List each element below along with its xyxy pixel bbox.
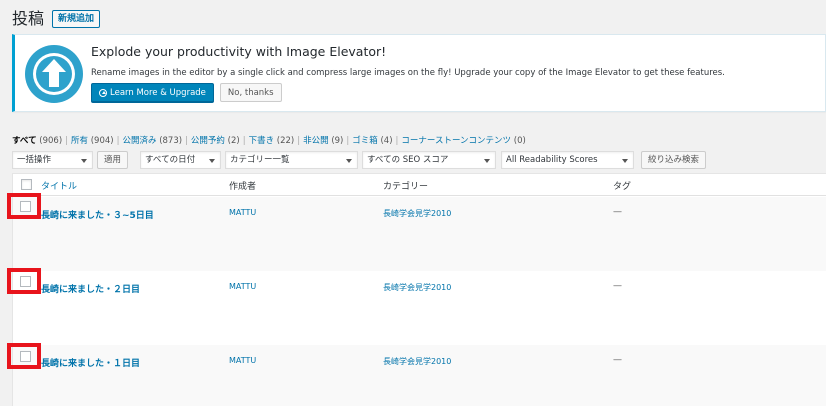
table-row: 長崎に来ました・１日目 MATTU 長崎学会見学2010 — xyxy=(13,345,826,406)
filter-all-count: (906) xyxy=(39,136,63,146)
row-checkbox-highlight[interactable] xyxy=(7,193,41,219)
upload-arrow-icon xyxy=(25,45,83,103)
filter-separator: | xyxy=(297,136,301,146)
row-checkbox[interactable] xyxy=(20,201,31,212)
category-filter-value: カテゴリー一覧 xyxy=(230,155,290,165)
filter-drafts-count: (22) xyxy=(276,136,295,146)
apply-button[interactable]: 適用 xyxy=(97,151,129,169)
seo-score-select[interactable]: すべての SEO スコア xyxy=(362,151,496,169)
post-tags: — xyxy=(613,355,622,365)
post-category-link[interactable]: 長崎学会見学2010 xyxy=(383,282,451,293)
column-title[interactable]: タイトル xyxy=(41,179,77,192)
row-checkbox-highlight[interactable] xyxy=(7,268,41,294)
filter-drafts[interactable]: 下書き xyxy=(249,136,275,146)
filter-scheduled[interactable]: 公開予約 xyxy=(191,136,225,146)
filter-published[interactable]: 公開済み xyxy=(122,136,156,146)
filter-separator: | xyxy=(346,136,350,146)
learn-more-label: Learn More & Upgrade xyxy=(110,87,206,98)
column-categories: カテゴリー xyxy=(383,182,429,192)
post-category-link[interactable]: 長崎学会見学2010 xyxy=(383,208,451,219)
chevron-down-icon xyxy=(484,159,490,163)
filter-separator: | xyxy=(395,136,399,146)
filter-separator: | xyxy=(116,136,120,146)
no-thanks-button[interactable]: No, thanks xyxy=(219,83,282,102)
post-title-link[interactable]: 長崎に来ました・２日目 xyxy=(41,282,140,295)
row-checkbox-highlight[interactable] xyxy=(7,343,41,369)
chevron-down-icon xyxy=(346,159,352,163)
filter-private-count: (9) xyxy=(331,136,344,146)
select-all-checkbox[interactable] xyxy=(21,179,32,190)
filter-cornerstone[interactable]: コーナーストーンコンテンツ xyxy=(401,136,511,146)
filter-mine[interactable]: 所有 xyxy=(71,136,88,146)
post-tags: — xyxy=(613,281,622,291)
row-checkbox[interactable] xyxy=(20,351,31,362)
posts-table: タイトル 作成者 カテゴリー タグ 長崎に来ました・３~5日目 MATTU 長崎… xyxy=(12,173,826,406)
notice-text: Rename images in the editor by a single … xyxy=(91,68,725,78)
filter-trash[interactable]: ゴミ箱 xyxy=(352,136,378,146)
filter-scheduled-count: (2) xyxy=(227,136,240,146)
filter-separator: | xyxy=(185,136,188,146)
post-category-link[interactable]: 長崎学会見学2010 xyxy=(383,356,451,367)
post-author-link[interactable]: MATTU xyxy=(229,208,256,217)
arrow-up-circle-icon xyxy=(99,88,107,97)
category-filter-select[interactable]: カテゴリー一覧 xyxy=(225,151,358,169)
filter-button[interactable]: 絞り込み検索 xyxy=(641,151,707,169)
readability-value: All Readability Scores xyxy=(506,155,598,165)
bulk-action-select[interactable]: 一括操作 xyxy=(12,151,93,169)
post-title-link[interactable]: 長崎に来ました・３~5日目 xyxy=(41,208,154,221)
filter-separator: | xyxy=(242,136,246,146)
table-row: 長崎に来ました・３~5日目 MATTU 長崎学会見学2010 — xyxy=(13,197,826,271)
row-checkbox[interactable] xyxy=(20,276,31,287)
learn-more-upgrade-button[interactable]: Learn More & Upgrade xyxy=(91,83,214,102)
post-author-link[interactable]: MATTU xyxy=(229,356,256,365)
chevron-down-icon xyxy=(209,159,215,163)
notice-title: Explode your productivity with Image Ele… xyxy=(91,44,387,59)
upgrade-notice: Explode your productivity with Image Ele… xyxy=(12,34,826,112)
add-new-button[interactable]: 新規追加 xyxy=(52,10,101,28)
filter-cornerstone-count: (0) xyxy=(513,136,526,146)
filter-mine-count: (904) xyxy=(90,136,114,146)
post-author-link[interactable]: MATTU xyxy=(229,282,256,291)
readability-select[interactable]: All Readability Scores xyxy=(501,151,634,169)
column-author: 作成者 xyxy=(229,182,257,192)
filter-private[interactable]: 非公開 xyxy=(303,136,329,146)
page-header: 投稿 新規追加 xyxy=(12,8,101,30)
post-tags: — xyxy=(613,207,622,217)
post-title-link[interactable]: 長崎に来ました・１日目 xyxy=(41,356,140,369)
chevron-down-icon xyxy=(622,159,628,163)
filter-all[interactable]: すべて xyxy=(12,136,37,146)
filter-separator: | xyxy=(65,136,69,146)
column-tags: タグ xyxy=(613,182,632,192)
filter-published-count: (873) xyxy=(159,136,183,146)
filter-trash-count: (4) xyxy=(380,136,393,146)
seo-score-value: すべての SEO スコア xyxy=(367,155,449,165)
status-filters: すべて (906) | 所有 (904) | 公開済み (873) | 公開予約 (2) | 下… xyxy=(12,134,526,146)
chevron-down-icon xyxy=(81,159,87,163)
page-title: 投稿 xyxy=(12,9,45,28)
date-filter-value: すべての日付 xyxy=(145,155,196,165)
bulk-action-value: 一括操作 xyxy=(17,155,52,165)
date-filter-select[interactable]: すべての日付 xyxy=(140,151,221,169)
table-header: タイトル 作成者 カテゴリー タグ xyxy=(13,174,826,196)
table-row: 長崎に来ました・２日目 MATTU 長崎学会見学2010 — xyxy=(13,271,826,345)
